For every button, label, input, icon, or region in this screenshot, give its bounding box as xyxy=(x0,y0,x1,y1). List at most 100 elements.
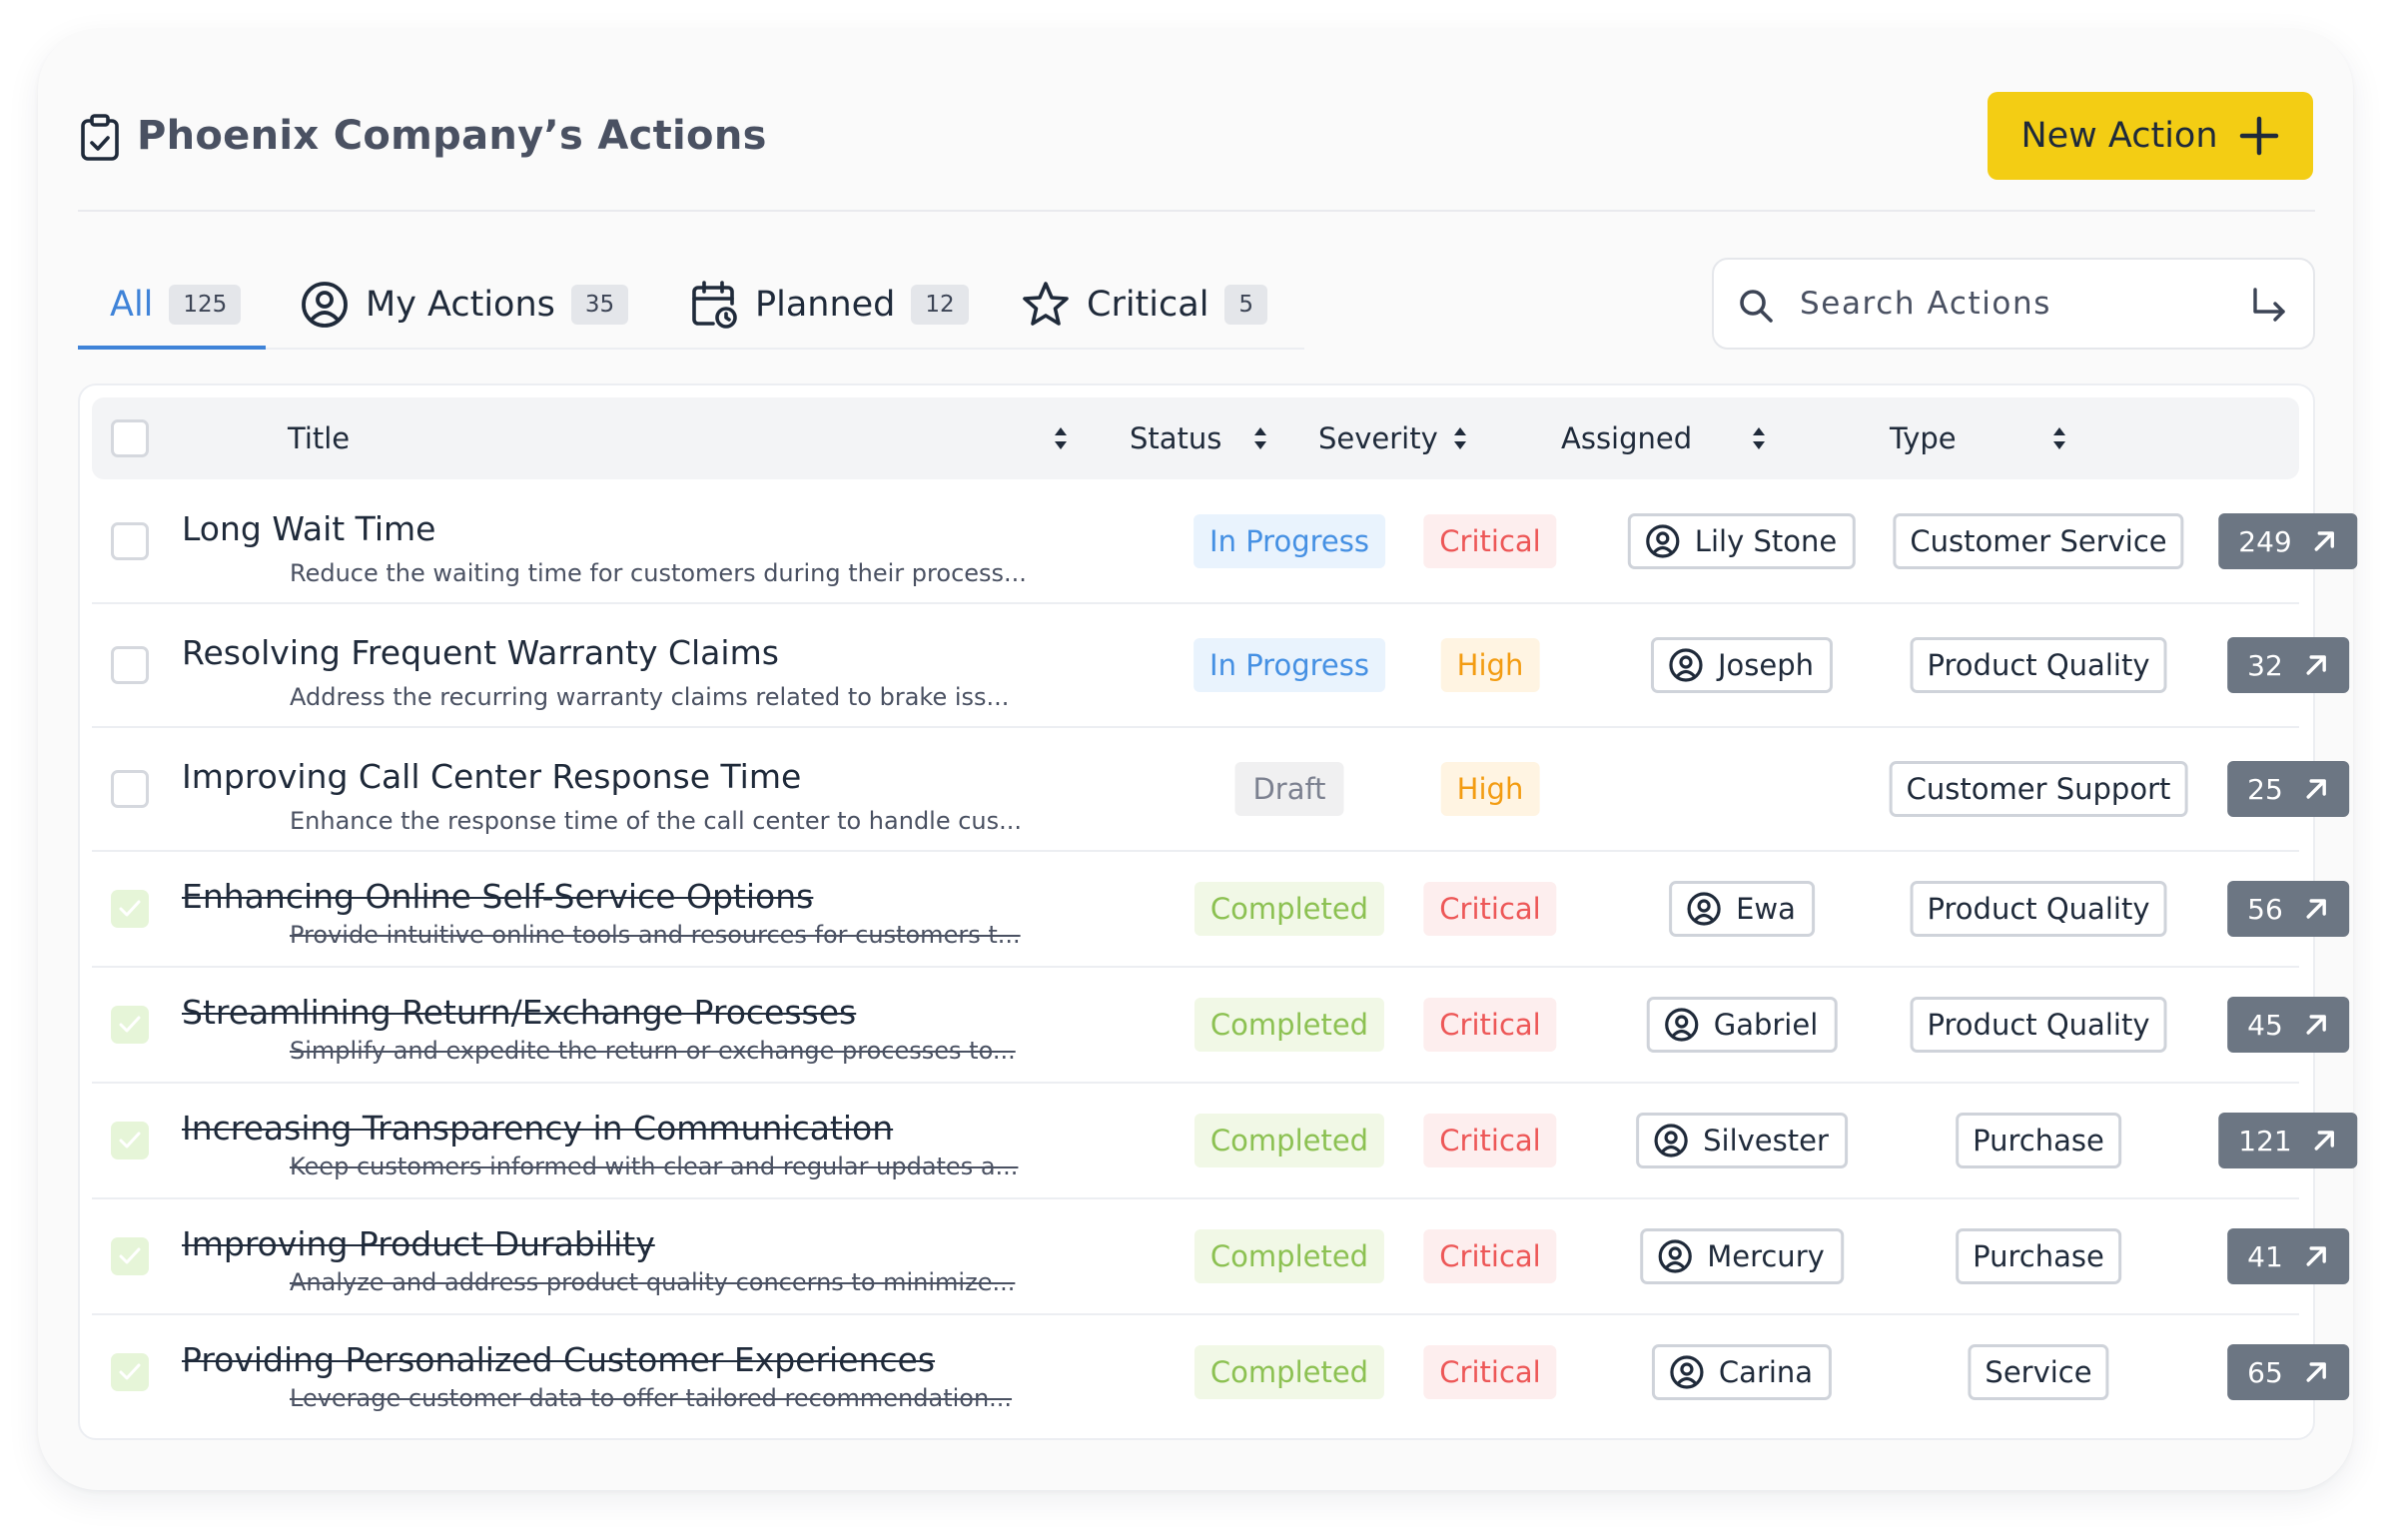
status-badge: In Progress xyxy=(1194,514,1385,568)
user-icon xyxy=(1654,1124,1688,1157)
row-checkbox[interactable] xyxy=(111,1122,149,1159)
severity-badge: High xyxy=(1440,762,1540,816)
row-checkbox[interactable] xyxy=(111,1237,149,1275)
table-row[interactable]: Long Wait Time Reduce the waiting time fo… xyxy=(92,479,2358,603)
enter-arrow-icon[interactable] xyxy=(2249,286,2289,326)
table-row[interactable]: Enhancing Online Self-Service Options Pro… xyxy=(92,851,2349,967)
severity-badge: Critical xyxy=(1423,1345,1557,1399)
row-checkbox[interactable] xyxy=(111,646,149,684)
check-icon xyxy=(119,1132,141,1149)
action-description: Provide intuitive online tools and resou… xyxy=(290,921,1021,949)
open-action-button[interactable]: 65 xyxy=(2227,1344,2349,1400)
action-title[interactable]: Increasing Transparency in Communication xyxy=(182,1109,893,1148)
check-icon xyxy=(119,900,141,917)
action-description: Keep customers informed with clear and r… xyxy=(290,1153,1019,1180)
type-tag: Purchase xyxy=(1956,1228,2121,1284)
arrow-up-right-icon xyxy=(2306,655,2326,675)
column-header-title[interactable]: Title xyxy=(288,397,350,479)
arrow-up-right-icon xyxy=(2306,1246,2326,1266)
type-tag: Product Quality xyxy=(1910,997,2167,1053)
sort-icon[interactable] xyxy=(1453,425,1467,451)
row-checkbox[interactable] xyxy=(111,1353,149,1391)
tab-critical[interactable]: Critical 5 xyxy=(1021,270,1268,340)
action-title[interactable]: Resolving Frequent Warranty Claims xyxy=(182,633,779,672)
new-action-button[interactable]: New Action xyxy=(1988,92,2313,180)
row-checkbox[interactable] xyxy=(111,1006,149,1044)
calendar-clock-icon xyxy=(692,281,737,329)
table-row[interactable]: Providing Personalized Customer Experien… xyxy=(92,1314,2349,1430)
row-checkbox[interactable] xyxy=(111,890,149,928)
arrow-up-right-icon xyxy=(2306,1362,2326,1382)
user-icon xyxy=(1670,1355,1704,1389)
row-checkbox[interactable] xyxy=(111,522,149,560)
tab-label: All xyxy=(110,285,154,325)
table-row[interactable]: Increasing Transparency in Communication… xyxy=(92,1083,2358,1198)
open-action-button[interactable]: 41 xyxy=(2227,1228,2349,1284)
action-title[interactable]: Improving Product Durability xyxy=(182,1224,655,1263)
sort-icon[interactable] xyxy=(1253,425,1267,451)
tab-planned[interactable]: Planned 12 xyxy=(689,270,969,340)
open-action-button[interactable]: 121 xyxy=(2218,1113,2358,1168)
assignee-chip[interactable]: Silvester xyxy=(1636,1113,1848,1168)
status-badge: In Progress xyxy=(1194,638,1385,692)
assignee-chip[interactable]: Lily Stone xyxy=(1627,513,1857,569)
action-count: 249 xyxy=(2238,524,2292,558)
action-title[interactable]: Improving Call Center Response Time xyxy=(182,757,801,796)
tab-count-badge: 35 xyxy=(570,285,629,325)
user-icon xyxy=(1669,648,1703,682)
assignee-chip[interactable]: Mercury xyxy=(1640,1228,1844,1284)
column-header-assigned[interactable]: Assigned xyxy=(1561,397,1692,479)
arrow-up-right-icon xyxy=(2306,779,2326,799)
select-all-checkbox[interactable] xyxy=(111,419,149,457)
action-description: Leverage customer data to offer tailored… xyxy=(290,1384,1013,1412)
action-title[interactable]: Providing Personalized Customer Experien… xyxy=(182,1340,935,1379)
tab-my-actions[interactable]: My Actions 35 xyxy=(300,270,629,340)
action-count: 32 xyxy=(2247,648,2283,682)
assignee-chip[interactable]: Carina xyxy=(1651,1344,1833,1400)
sort-icon[interactable] xyxy=(2052,425,2066,451)
action-description: Reduce the waiting time for customers du… xyxy=(290,559,1027,587)
sort-icon[interactable] xyxy=(1752,425,1766,451)
action-count: 25 xyxy=(2247,772,2283,806)
user-icon xyxy=(1665,1008,1699,1042)
assignee-name: Joseph xyxy=(1717,648,1815,682)
assignee-name: Ewa xyxy=(1736,892,1796,926)
assignee-chip[interactable]: Joseph xyxy=(1650,637,1834,693)
open-action-button[interactable]: 25 xyxy=(2227,761,2349,817)
column-header-type[interactable]: Type xyxy=(1890,397,1957,479)
check-icon xyxy=(119,1363,141,1380)
status-badge: Draft xyxy=(1234,762,1344,816)
table-row[interactable]: Streamlining Return/Exchange Processes Si… xyxy=(92,967,2349,1083)
action-title[interactable]: Long Wait Time xyxy=(182,509,435,548)
table-row[interactable]: Improving Call Center Response Time Enhan… xyxy=(92,727,2349,851)
row-checkbox[interactable] xyxy=(111,770,149,808)
type-tag: Product Quality xyxy=(1910,881,2167,937)
tab-label: Critical xyxy=(1087,285,1209,325)
table-row[interactable]: Resolving Frequent Warranty Claims Addres… xyxy=(92,603,2349,727)
user-icon xyxy=(1646,524,1680,558)
status-badge: Completed xyxy=(1194,1229,1385,1283)
check-icon xyxy=(119,1247,141,1264)
tab-all[interactable]: All 125 xyxy=(110,270,242,340)
user-icon xyxy=(1658,1239,1692,1273)
new-action-label: New Action xyxy=(2020,116,2218,156)
header-divider xyxy=(78,210,2315,212)
column-header-status[interactable]: Status xyxy=(1130,397,1221,479)
open-action-button[interactable]: 45 xyxy=(2227,997,2349,1053)
assignee-chip[interactable]: Ewa xyxy=(1669,881,1815,937)
open-action-button[interactable]: 249 xyxy=(2218,513,2358,569)
search-input[interactable] xyxy=(1798,278,2217,330)
severity-badge: Critical xyxy=(1423,998,1557,1052)
open-action-button[interactable]: 56 xyxy=(2227,881,2349,937)
sort-icon[interactable] xyxy=(1054,425,1068,451)
severity-badge: High xyxy=(1440,638,1540,692)
open-action-button[interactable]: 32 xyxy=(2227,637,2349,693)
type-tag: Product Quality xyxy=(1910,637,2167,693)
action-description: Address the recurring warranty claims re… xyxy=(290,683,1010,711)
action-title[interactable]: Enhancing Online Self-Service Options xyxy=(182,877,813,916)
search-box[interactable] xyxy=(1712,258,2315,350)
table-row[interactable]: Improving Product Durability Analyze and … xyxy=(92,1198,2349,1314)
action-title[interactable]: Streamlining Return/Exchange Processes xyxy=(182,993,856,1032)
assignee-chip[interactable]: Gabriel xyxy=(1646,997,1838,1053)
column-header-severity[interactable]: Severity xyxy=(1318,397,1438,479)
